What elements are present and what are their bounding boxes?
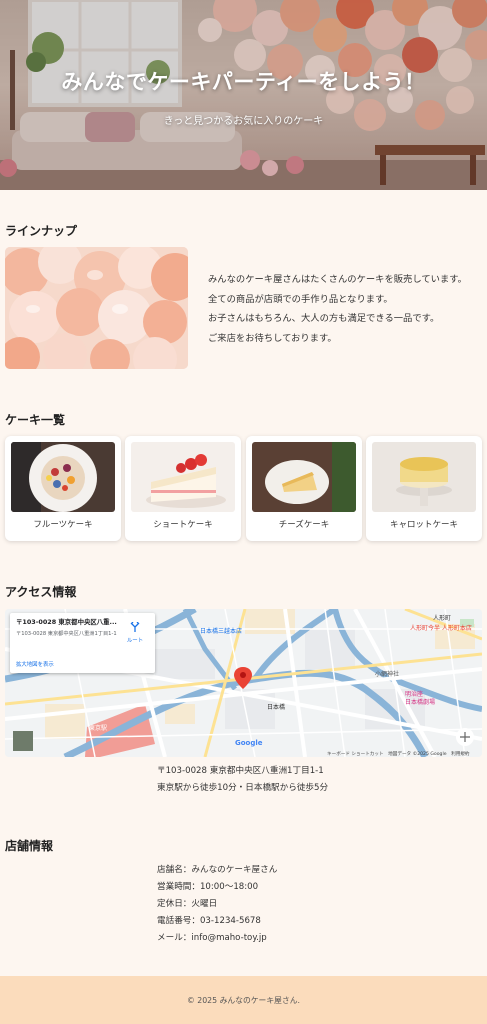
access-heading: アクセス情報 (5, 585, 77, 599)
cakes-heading: ケーキ一覧 (5, 413, 66, 427)
lineup-line: お子さんはもちろん、大人の方も満足できる一品です。 (208, 313, 440, 324)
shop-name: 店舗名：みんなのケーキ屋さん (157, 865, 278, 875)
map-info-card: 〒103-0028 東京都中央区八重... 〒103-0028 東京都中央区八重… (10, 613, 155, 673)
carrot-cake-image (372, 442, 476, 512)
shop-closed-day: 定休日：火曜日 (157, 899, 218, 909)
cake-name: フルーツケーキ (33, 520, 93, 530)
shop-email: メール：info@maho-toy.jp (157, 933, 267, 943)
cake-card-carrot[interactable]: キャロットケーキ (366, 436, 482, 541)
map-label: 小網神社 (375, 671, 400, 678)
map-card-address: 〒103-0028 東京都中央区八重洲1丁目1-1 (16, 631, 117, 637)
embedded-map[interactable]: 日本橋三越本店 日本橋 人形町 人形町今半 人形町本店 小網神社 東京駅 明治座… (5, 609, 482, 757)
footer: © 2025 みんなのケーキ屋さん. (0, 976, 487, 1024)
map-label: 日本橋 (267, 704, 286, 711)
cake-name: キャロットケーキ (389, 520, 458, 530)
cake-name: ショートケーキ (153, 520, 213, 530)
access-directions: 東京駅から徒歩10分・日本橋駅から徒歩5分 (157, 783, 329, 793)
lineup-line: ご来店をお待ちしております。 (208, 332, 337, 344)
shop-heading: 店舗情報 (5, 839, 54, 853)
cake-name: チーズケーキ (278, 520, 330, 530)
map-label: 東京駅 (89, 725, 108, 732)
hero-title: みんなでケーキパーティーをしよう！ (61, 70, 426, 94)
map-label: 日本橋劇場 (405, 699, 436, 706)
map-label: 人形町 (433, 615, 452, 622)
view-larger-map-link[interactable]: 拡大地図を表示 (16, 660, 54, 668)
cheesecake-image (252, 442, 356, 512)
hero-banner: みんなでケーキパーティーをしよう！ きっと見つかるお気に入りのケーキ (0, 0, 487, 190)
map-label: 日本橋三越本店 (200, 628, 243, 635)
lineup-heading: ラインナップ (5, 224, 78, 238)
map-label: 人形町今半 人形町本店 (410, 625, 472, 632)
map-attribution[interactable]: キーボード ショートカット 地図データ ©2025 Google 利用規約 (327, 751, 470, 757)
cake-card-shortcake[interactable]: ショートケーキ (125, 436, 241, 541)
shop-info: 店舗名：みんなのケーキ屋さん 営業時間：10:00〜18:00 定休日：火曜日 … (157, 862, 277, 947)
lineup-line: 全ての商品が店頭での手作り品となります。 (208, 293, 393, 305)
shop-phone: 電話番号：03-1234-5678 (157, 916, 261, 926)
lineup-description: みんなのケーキ屋さんはたくさんのケーキを販売しています。 全ての商品が店頭での手… (208, 270, 483, 348)
fruit-cake-image (11, 442, 115, 512)
lineup-line: みんなのケーキ屋さんはたくさんのケーキを販売しています。 (208, 274, 467, 285)
access-info: 〒103-0028 東京都中央区八重洲1丁目1-1 東京駅から徒歩10分・日本橋… (157, 763, 328, 797)
shop-hours: 営業時間：10:00〜18:00 (157, 882, 259, 892)
cake-card-cheesecake[interactable]: チーズケーキ (246, 436, 362, 541)
directions-button[interactable]: ルート (123, 617, 147, 644)
lineup-balloons-image (5, 247, 188, 369)
access-address: 〒103-0028 東京都中央区八重洲1丁目1-1 (157, 766, 324, 776)
shortcake-image (131, 442, 235, 512)
footer-copyright: © 2025 みんなのケーキ屋さん. (186, 996, 301, 1005)
directions-icon (130, 621, 140, 632)
directions-label: ルート (126, 638, 144, 644)
cake-card-fruit[interactable]: フルーツケーキ (5, 436, 121, 541)
hero-subtitle: きっと見つかるお気に入りのケーキ (163, 116, 324, 127)
google-logo: Google (235, 739, 263, 747)
